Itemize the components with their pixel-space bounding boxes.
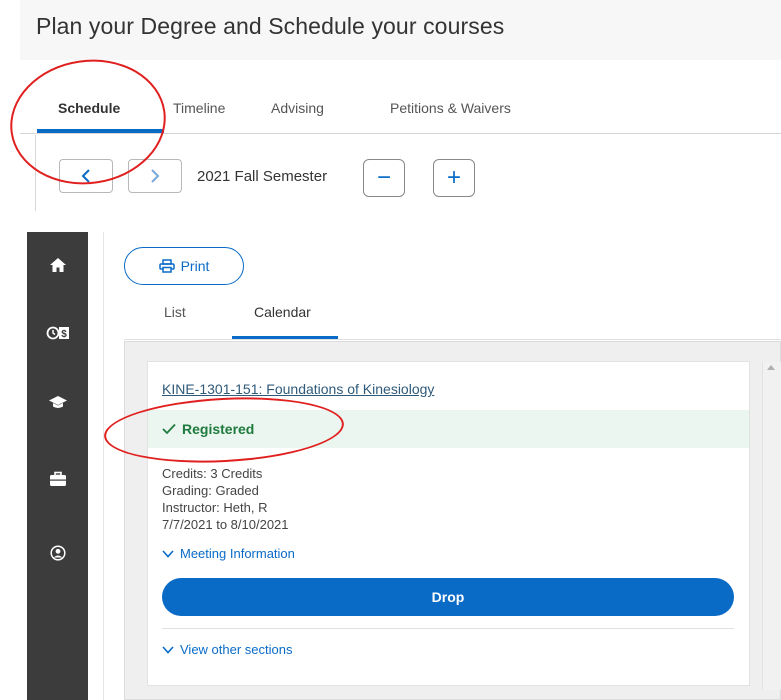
tab-timeline[interactable]: Timeline: [173, 100, 225, 116]
tab-advising[interactable]: Advising: [271, 100, 324, 116]
meeting-information-label: Meeting Information: [180, 546, 295, 561]
tab-list[interactable]: List: [164, 304, 186, 320]
drop-label: Drop: [431, 589, 465, 605]
active-tab-indicator: [37, 129, 164, 133]
course-instructor: Instructor: Heth, R: [162, 500, 268, 515]
status-text: Registered: [182, 421, 255, 437]
meeting-information-toggle[interactable]: Meeting Information: [162, 546, 295, 561]
previous-semester-button[interactable]: [59, 159, 113, 193]
view-other-sections-label: View other sections: [180, 642, 293, 657]
minus-icon: −: [376, 164, 391, 191]
chevron-down-icon: [162, 645, 174, 654]
plus-icon: +: [446, 164, 461, 191]
semester-navigation: 2021 Fall Semester − +: [35, 135, 781, 211]
course-card: KINE-1301-151: Foundations of Kinesiolog…: [147, 361, 750, 686]
printer-icon: [158, 259, 175, 273]
add-button[interactable]: +: [433, 159, 475, 197]
course-title-link[interactable]: KINE-1301-151: Foundations of Kinesiolog…: [162, 381, 434, 397]
sidebar-divider: [103, 232, 104, 700]
main-tabs: Schedule Timeline Advising Petitions & W…: [20, 90, 781, 134]
tab-petitions-waivers[interactable]: Petitions & Waivers: [390, 100, 511, 116]
active-view-indicator: [232, 336, 338, 339]
view-tabs: List Calendar: [124, 296, 781, 340]
user-icon: [49, 545, 66, 561]
tab-schedule[interactable]: Schedule: [58, 100, 120, 116]
course-dates: 7/7/2021 to 8/10/2021: [162, 517, 289, 532]
course-grading: Grading: Graded: [162, 483, 259, 498]
sidebar-item-career[interactable]: [27, 464, 88, 494]
sidebar-item-finances[interactable]: $: [27, 318, 88, 348]
card-divider: [162, 628, 734, 629]
chevron-down-icon: [162, 549, 174, 558]
briefcase-icon: [49, 471, 66, 486]
status-badge: Registered: [162, 421, 254, 437]
page-title: Plan your Degree and Schedule your cours…: [36, 13, 505, 39]
course-credits: Credits: 3 Credits: [162, 466, 263, 481]
home-icon: [49, 258, 66, 272]
svg-text:$: $: [61, 329, 67, 340]
checkmark-icon: [162, 423, 176, 435]
chevron-left-icon: [81, 169, 90, 183]
semester-label: 2021 Fall Semester: [197, 168, 328, 185]
sidebar-item-home[interactable]: [27, 250, 88, 280]
graduation-cap-icon: [48, 396, 67, 408]
sidebar-item-profile[interactable]: [27, 538, 88, 568]
scroll-up-arrow-icon[interactable]: [767, 365, 775, 370]
sidebar: $: [27, 232, 88, 700]
clock-dollar-icon: $: [46, 326, 69, 340]
scrollbar[interactable]: [762, 362, 781, 690]
view-other-sections-toggle[interactable]: View other sections: [162, 642, 293, 657]
chevron-right-icon: [151, 169, 160, 183]
status-banner: Registered: [148, 410, 749, 448]
print-button[interactable]: Print: [124, 247, 244, 285]
print-label: Print: [180, 258, 210, 274]
sidebar-item-academics[interactable]: [27, 387, 88, 417]
tab-calendar[interactable]: Calendar: [254, 304, 311, 320]
next-semester-button[interactable]: [128, 159, 182, 193]
collapse-button[interactable]: −: [363, 159, 405, 197]
page-header: Plan your Degree and Schedule your cours…: [20, 0, 781, 60]
drop-button[interactable]: Drop: [162, 578, 734, 616]
